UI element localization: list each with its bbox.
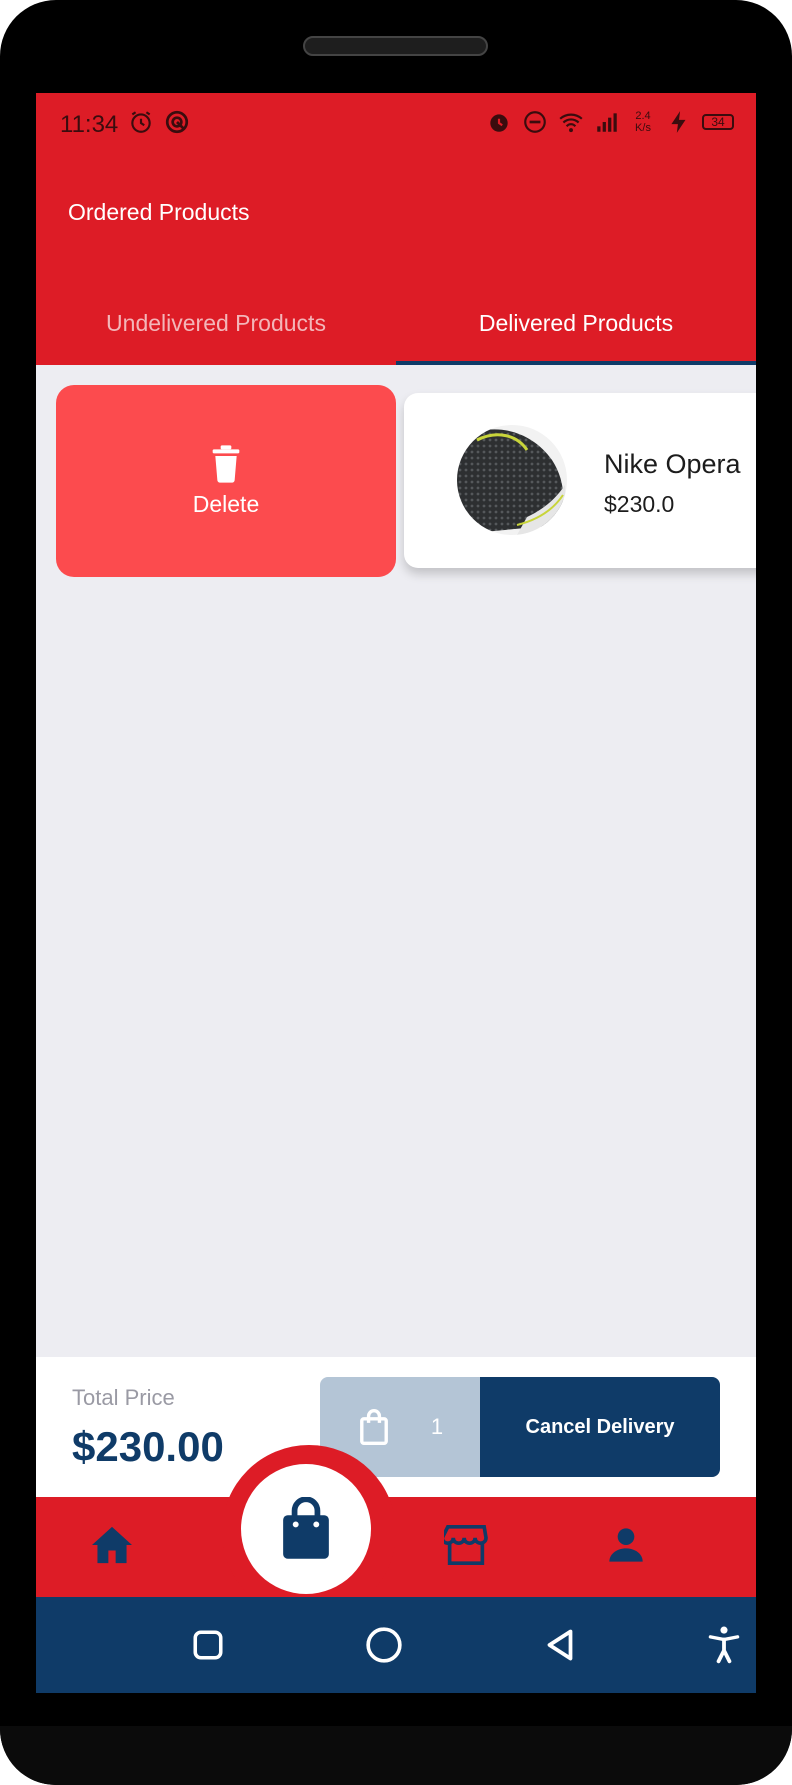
accessibility-button[interactable]: [700, 1621, 748, 1669]
recent-apps-button[interactable]: [184, 1621, 232, 1669]
tab-undelivered[interactable]: Undelivered Products: [36, 281, 396, 365]
cart-count: 1: [430, 1414, 444, 1439]
alarm-icon: [490, 114, 508, 132]
nav-store[interactable]: [436, 1515, 496, 1575]
trash-icon: [212, 444, 240, 483]
shopping-bag-outline-icon: [359, 1409, 388, 1445]
signal-icon: [597, 113, 617, 132]
cancel-delivery-button[interactable]: Cancel Delivery: [480, 1377, 720, 1477]
phone-speaker: [303, 36, 488, 56]
sync-icon: [165, 110, 189, 134]
nav-shopping-bag[interactable]: [241, 1464, 371, 1594]
person-icon: [609, 1528, 643, 1562]
tab-delivered[interactable]: Delivered Products: [396, 281, 756, 365]
wifi-icon: [559, 113, 583, 133]
nav-profile[interactable]: [596, 1515, 656, 1575]
cart-action-group: 1 Cancel Delivery: [320, 1377, 720, 1477]
status-right-icons: 2.4 K/s 34: [486, 109, 734, 135]
system-nav-bar: [36, 1597, 756, 1693]
alarm-icon: [131, 111, 151, 133]
phone-frame: 11:34 2.4 K/s 34 Ordered Products Undeli…: [0, 0, 792, 1785]
battery-level: 34: [711, 115, 725, 129]
back-triangle-icon: [547, 1629, 573, 1661]
tab-label: Delivered Products: [478, 309, 674, 336]
status-left-icons: [128, 109, 190, 135]
total-price-value: $230.00: [72, 1423, 224, 1470]
accessibility-icon: [708, 1626, 740, 1664]
square-icon: [193, 1630, 223, 1660]
network-speed: 2.4 K/s: [635, 110, 651, 134]
app-screen: 11:34 2.4 K/s 34 Ordered Products Undeli…: [36, 93, 756, 1693]
tab-label: Undelivered Products: [106, 309, 326, 336]
delete-label: Delete: [192, 490, 260, 517]
back-button[interactable]: [536, 1621, 584, 1669]
shopping-bag-icon: [283, 1497, 329, 1559]
do-not-disturb-icon: [524, 111, 546, 133]
product-card[interactable]: Nike Opera $230.0: [404, 393, 756, 568]
page-title: Ordered Products: [68, 199, 250, 225]
tab-bar: Undelivered Products Delivered Products: [36, 281, 756, 365]
checkout-bar: Total Price $230.00 1 Cancel Delivery: [36, 1357, 756, 1497]
nav-home[interactable]: [82, 1515, 142, 1575]
total-price-label: Total Price: [72, 1385, 175, 1410]
circle-icon: [366, 1627, 402, 1663]
sneaker-image: [457, 425, 567, 535]
status-time: 11:34: [60, 111, 119, 138]
home-icon: [92, 1526, 132, 1564]
home-system-button[interactable]: [360, 1621, 408, 1669]
charging-icon: [671, 111, 686, 133]
product-price: $230.0: [604, 491, 675, 517]
store-icon: [444, 1525, 488, 1565]
app-bar: 11:34 2.4 K/s 34 Ordered Products Undeli…: [36, 93, 756, 365]
phone-chin: [0, 1726, 792, 1785]
battery-icon: 34: [702, 114, 734, 130]
product-name: Nike Opera: [604, 449, 741, 479]
delete-action[interactable]: Delete: [56, 385, 396, 577]
